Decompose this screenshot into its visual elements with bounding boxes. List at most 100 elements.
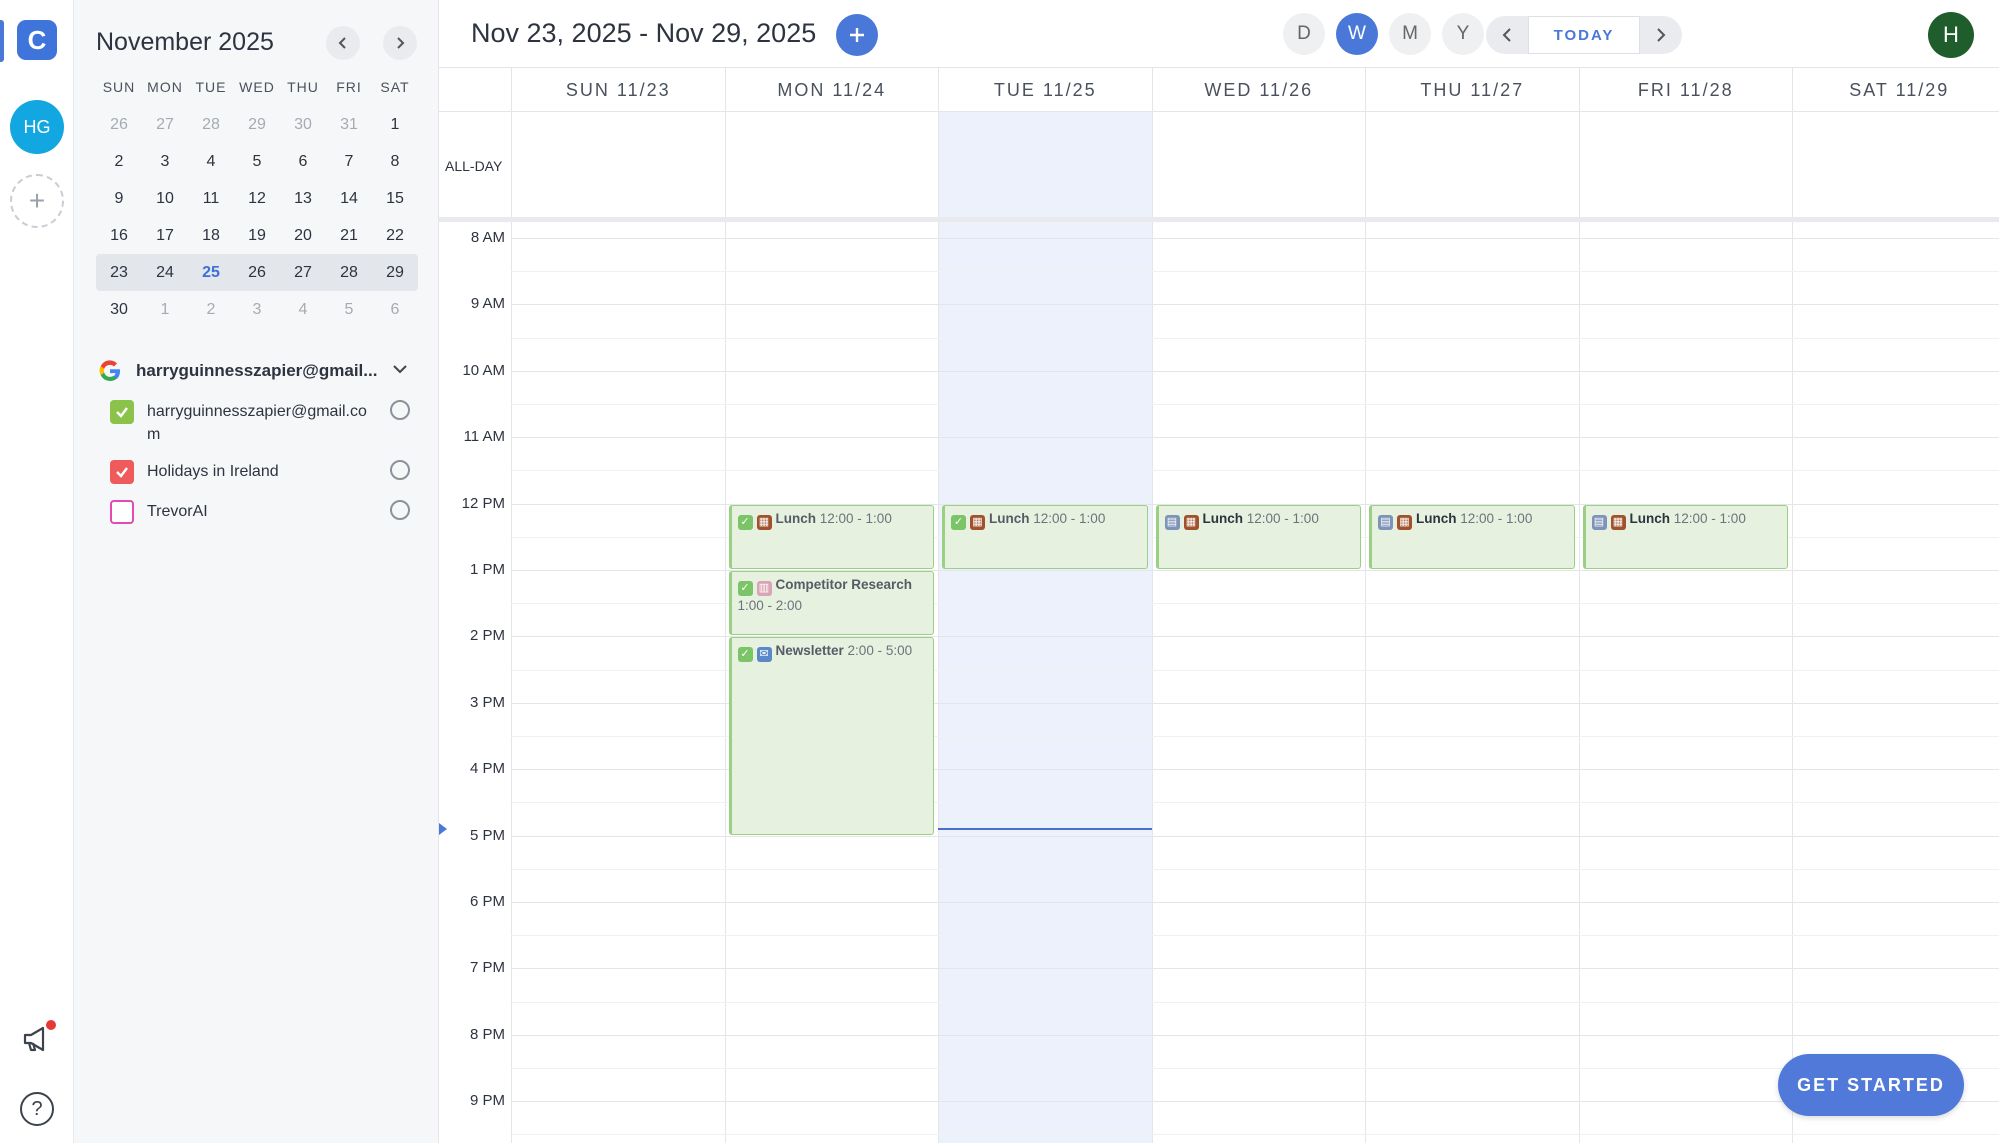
mini-day[interactable]: 14	[326, 190, 372, 208]
mini-day[interactable]: 28	[188, 116, 234, 134]
mini-day[interactable]: 4	[188, 153, 234, 171]
mini-day[interactable]: 2	[96, 153, 142, 171]
visibility-toggle-icon[interactable]	[390, 400, 410, 420]
mini-day[interactable]: 23	[96, 264, 142, 282]
event-lunch[interactable]: ▤ ▦ Lunch 12:00 - 1:00	[1582, 504, 1788, 569]
mini-day[interactable]: 7	[326, 153, 372, 171]
event-competitor-research[interactable]: ✓ ▥ Competitor Research 1:00 - 2:00	[728, 571, 934, 636]
add-account-button[interactable]: +	[10, 174, 64, 228]
mini-day[interactable]: 27	[280, 264, 326, 282]
mini-week-row[interactable]: 9 10 11 12 13 14 15	[96, 180, 418, 217]
calendar-checkbox[interactable]	[110, 400, 134, 424]
day-header[interactable]: MON 11/24	[724, 68, 939, 112]
mini-day[interactable]: 24	[142, 264, 188, 282]
day-header[interactable]: TUE 11/25	[938, 68, 1152, 112]
calendar-checkbox[interactable]	[110, 460, 134, 484]
view-button-d[interactable]: D	[1283, 13, 1325, 55]
mini-day[interactable]: 9	[96, 190, 142, 208]
day-header[interactable]: SUN 11/23	[511, 68, 725, 112]
mini-day[interactable]: 10	[142, 190, 188, 208]
mini-day[interactable]: 12	[234, 190, 280, 208]
user-avatar[interactable]: H	[1928, 12, 1974, 58]
day-header[interactable]: FRI 11/28	[1578, 68, 1793, 112]
visibility-toggle-icon[interactable]	[390, 500, 410, 520]
mini-day[interactable]: 22	[372, 227, 418, 245]
calendar-checkbox[interactable]	[110, 500, 134, 524]
mini-day[interactable]: 26	[96, 116, 142, 134]
calendar-item[interactable]: Holidays in Ireland	[110, 460, 410, 484]
chevron-left-icon[interactable]	[1486, 16, 1528, 54]
mini-week-row[interactable]: 30 1 2 3 4 5 6	[96, 291, 418, 328]
mini-day[interactable]: 3	[142, 153, 188, 171]
hour-label: 7 PM	[469, 959, 505, 977]
visibility-toggle-icon[interactable]	[390, 460, 410, 480]
mini-day[interactable]: 5	[234, 153, 280, 171]
help-icon[interactable]: ?	[20, 1092, 54, 1126]
event-lunch[interactable]: ▤ ▦ Lunch 12:00 - 1:00	[1155, 504, 1361, 569]
mini-day[interactable]: 27	[142, 116, 188, 134]
add-event-button[interactable]	[836, 14, 878, 56]
event-newsletter[interactable]: ✓ ✉ Newsletter 2:00 - 5:00	[728, 637, 934, 835]
mini-week-row[interactable]: 2345678	[96, 143, 418, 180]
mini-day[interactable]: 26	[234, 264, 280, 282]
mini-day[interactable]: 31	[326, 116, 372, 134]
food-icon: ▦	[1610, 514, 1626, 530]
chevron-right-icon[interactable]	[383, 26, 417, 60]
calendar-item[interactable]: harryguinnesszapier@gmail.com	[110, 400, 410, 446]
chevron-right-icon[interactable]	[1640, 16, 1682, 54]
today-button[interactable]: TODAY	[1528, 16, 1640, 54]
mini-day[interactable]: 16	[96, 227, 142, 245]
account-row[interactable]: harryguinnesszapier@gmail...	[98, 356, 408, 386]
all-day-row[interactable]: ALL-DAY	[439, 112, 1999, 222]
mini-day[interactable]: 6	[280, 153, 326, 171]
mini-day[interactable]: 28	[326, 264, 372, 282]
day-header[interactable]: WED 11/26	[1151, 68, 1366, 112]
mini-day[interactable]: 20	[280, 227, 326, 245]
mini-day[interactable]: 15	[372, 190, 418, 208]
mini-day[interactable]: 2	[188, 301, 234, 319]
chevron-down-icon[interactable]	[392, 361, 408, 382]
view-button-m[interactable]: M	[1389, 13, 1431, 55]
mini-day[interactable]: 4	[280, 301, 326, 319]
all-day-label: ALL-DAY	[445, 158, 503, 174]
mini-day[interactable]: 13	[280, 190, 326, 208]
half-hour-gridline	[511, 935, 1999, 937]
mini-day[interactable]: 29	[234, 116, 280, 134]
mini-week-row[interactable]: 16 17 18 19 20 21 22	[96, 217, 418, 254]
mini-day[interactable]: 1	[142, 301, 188, 319]
day-header[interactable]: THU 11/27	[1365, 68, 1579, 112]
column-divider	[938, 112, 939, 217]
mini-day[interactable]: 8	[372, 153, 418, 171]
chevron-left-icon[interactable]	[326, 26, 360, 60]
mini-day[interactable]: 25	[188, 264, 234, 282]
mini-day[interactable]: 5	[326, 301, 372, 319]
calendar-icon: ▤	[1378, 514, 1393, 530]
mini-week-row[interactable]: 26 27 28 29 30 31 1	[96, 106, 418, 143]
mini-day[interactable]: 3	[234, 301, 280, 319]
mini-day[interactable]: 17	[142, 227, 188, 245]
event-lunch[interactable]: ✓ ▦ Lunch 12:00 - 1:00	[942, 504, 1148, 569]
mini-day[interactable]: 19	[234, 227, 280, 245]
mini-day[interactable]: 30	[96, 301, 142, 319]
time-grid[interactable]: 8 AM 9 AM 10 AM 11 AM 12 PM 1 PM 2 PM 3 PM 4 PM 5…	[439, 222, 1999, 1143]
mini-day[interactable]: 6	[372, 301, 418, 319]
day-header-row: SUN 11/23 MON 11/24 TUE 11/25 WED 11/26 THU …	[439, 68, 1999, 112]
mini-day[interactable]: 11	[188, 190, 234, 208]
day-header[interactable]: SAT 11/29	[1792, 68, 1999, 112]
account-avatar[interactable]: HG	[10, 100, 64, 154]
view-button-y[interactable]: Y	[1442, 13, 1484, 55]
mini-day[interactable]: 18	[188, 227, 234, 245]
event-lunch[interactable]: ▤ ▦ Lunch 12:00 - 1:00	[1369, 504, 1575, 569]
view-button-w[interactable]: W	[1336, 13, 1378, 55]
mini-week-row[interactable]: 23 24 25 26 27 28 29	[96, 254, 418, 291]
mini-day[interactable]: 1	[372, 116, 418, 134]
mini-day[interactable]: 30	[280, 116, 326, 134]
mini-day[interactable]: 29	[372, 264, 418, 282]
logo-icon[interactable]: C	[17, 20, 57, 60]
megaphone-icon[interactable]	[20, 1020, 56, 1056]
get-started-button[interactable]: GET STARTED	[1778, 1054, 1964, 1116]
mini-day[interactable]: 21	[326, 227, 372, 245]
calendar-item[interactable]: TrevorAI	[110, 500, 410, 524]
event-lunch[interactable]: ✓ ▦ Lunch 12:00 - 1:00	[728, 504, 934, 569]
hour-label: 2 PM	[469, 627, 505, 645]
